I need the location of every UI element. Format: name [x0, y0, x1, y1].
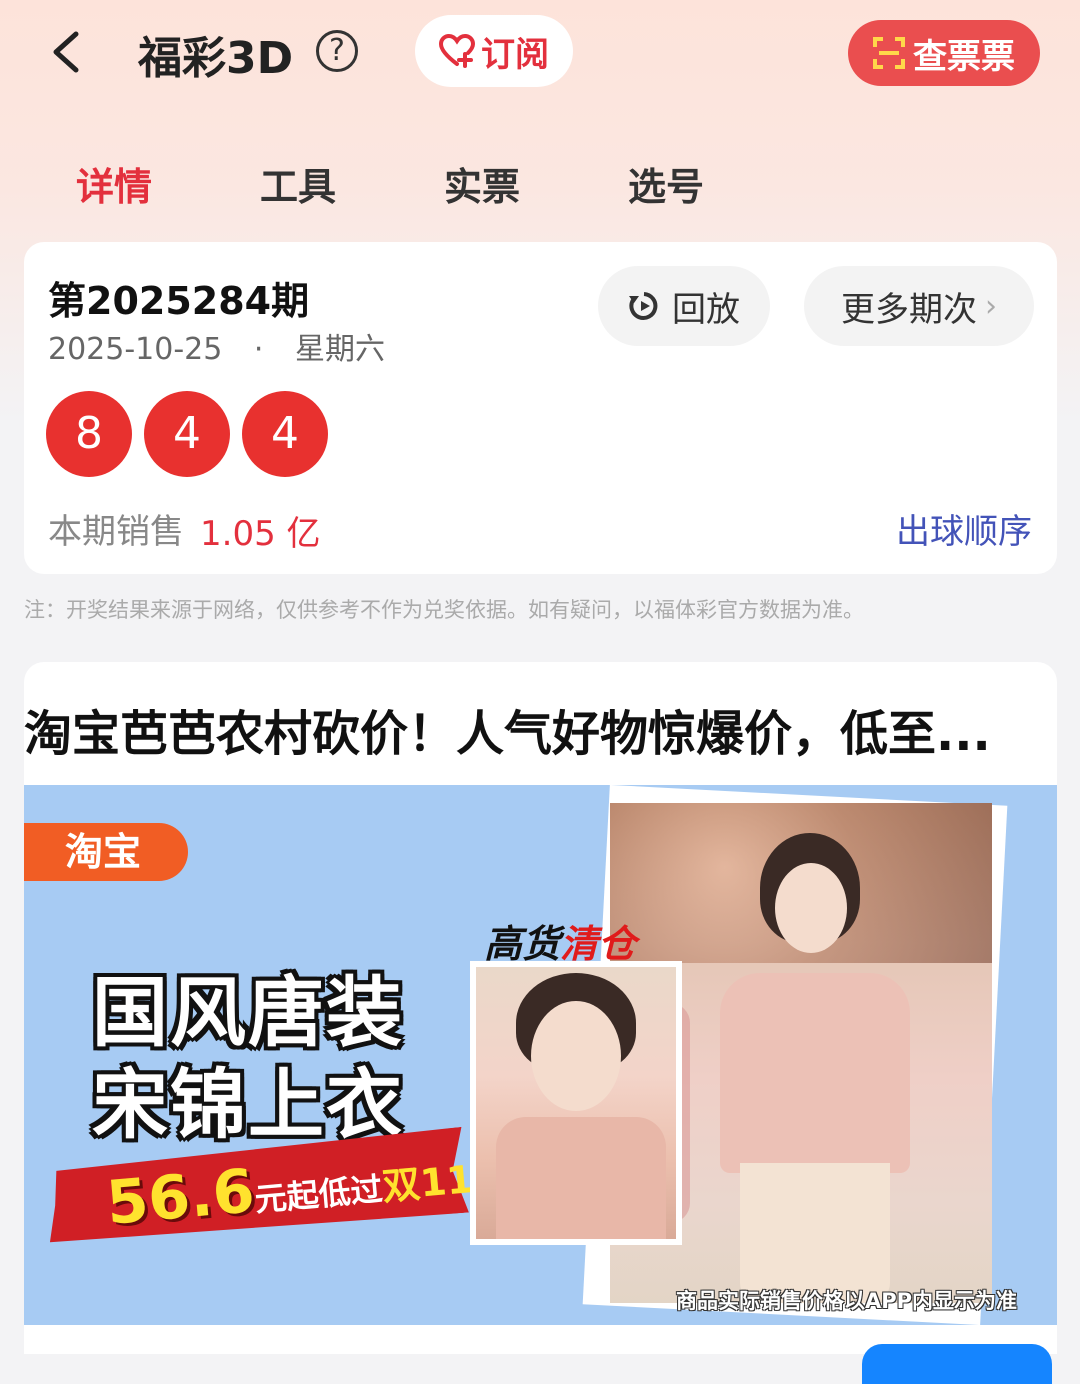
back-arrow-icon	[53, 31, 79, 73]
issue-number: 第2025284期	[48, 279, 310, 323]
ad-price-suffix2: 双11	[380, 1157, 475, 1209]
draw-date: 2025-10-25	[48, 332, 223, 367]
check-ticket-button[interactable]: 查票票	[848, 20, 1040, 86]
ad-price-suffix: 元起低过	[253, 1169, 385, 1219]
hot-label: 高货清仓	[484, 913, 636, 968]
winning-ball: 4	[242, 391, 328, 477]
subscribe-button[interactable]: 订阅	[415, 15, 573, 87]
ad-headline-2: 宋锦上衣	[92, 1060, 404, 1149]
more-issues-button[interactable]: 更多期次 ›	[804, 266, 1034, 346]
taobao-badge: 淘宝	[24, 823, 188, 881]
chevron-right-icon: ›	[985, 288, 997, 324]
hot-label-red: 清仓	[560, 922, 637, 966]
draw-order-link[interactable]: 出球顺序	[896, 504, 1032, 553]
more-issues-label: 更多期次	[841, 289, 977, 330]
replay-button[interactable]: 回放	[598, 266, 770, 346]
winning-ball: 8	[46, 391, 132, 477]
date-separator: ·	[253, 332, 264, 367]
tab-pick-numbers[interactable]: 选号	[628, 156, 704, 211]
draw-weekday: 星期六	[295, 332, 385, 367]
sales-label: 本期销售	[48, 512, 184, 552]
hot-label-black: 高货	[484, 922, 561, 966]
draw-date-line: 2025-10-25 · 星期六	[48, 324, 385, 368]
tab-tools[interactable]: 工具	[260, 156, 336, 211]
subscribe-label: 订阅	[481, 34, 549, 75]
heart-plus-icon	[439, 34, 475, 68]
winning-ball: 4	[144, 391, 230, 477]
replay-label: 回放	[672, 289, 740, 330]
ad-card[interactable]: 淘宝芭芭农村砍价！人气好物惊爆价，低至... 淘宝 国风唐装 宋锦上衣 56.6…	[24, 662, 1057, 1354]
price-disclaimer: 商品实际销售价格以APP内显示为准	[676, 1289, 1018, 1313]
tab-details[interactable]: 详情	[76, 156, 152, 211]
check-ticket-label: 查票票	[913, 36, 1015, 77]
scan-icon	[873, 37, 905, 69]
ad-banner[interactable]: 淘宝 国风唐装 宋锦上衣 56.6元起低过双11 高货清仓 商品实际销售价格以A…	[24, 785, 1057, 1325]
ad-price: 56.6	[103, 1156, 258, 1239]
back-button[interactable]	[40, 20, 100, 84]
replay-icon	[629, 292, 658, 320]
disclaimer-note: 注：开奖结果来源于网络，仅供参考不作为兑奖依据。如有疑问，以福体彩官方数据为准。	[24, 598, 864, 622]
ad-title[interactable]: 淘宝芭芭农村砍价！人气好物惊爆价，低至...	[24, 694, 1057, 764]
tab-real-tickets[interactable]: 实票	[444, 156, 520, 211]
sales-value: 1.05 亿	[200, 514, 321, 554]
draw-result-card: 第2025284期 2025-10-25 · 星期六 回放 更多期次 › 8 4…	[24, 242, 1057, 574]
help-icon[interactable]: ?	[316, 30, 358, 72]
page-title: 福彩3D	[138, 33, 294, 84]
product-photo-inset	[476, 967, 676, 1239]
floating-blue-button[interactable]	[862, 1344, 1052, 1384]
